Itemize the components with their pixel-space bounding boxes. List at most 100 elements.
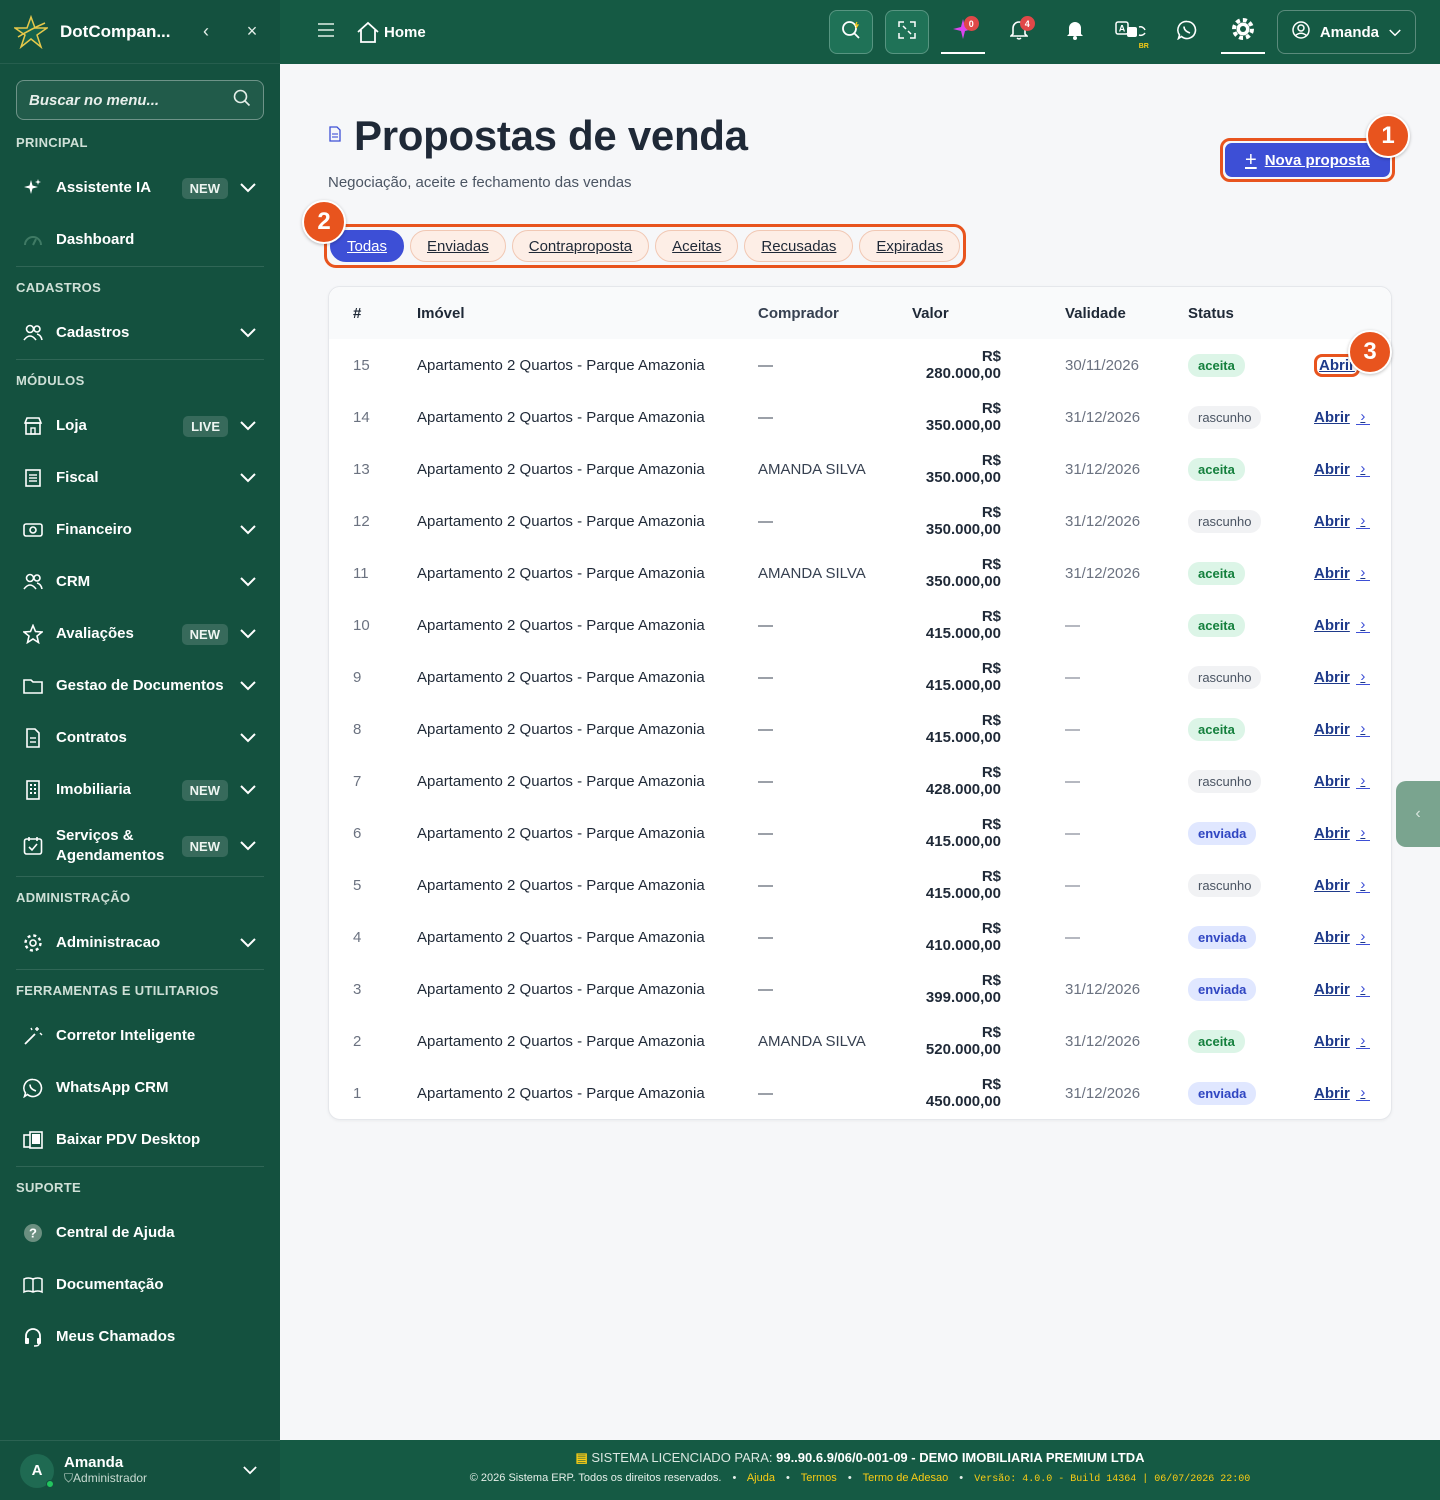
- cell-number: 11: [353, 564, 369, 582]
- menu-search-input[interactable]: [29, 91, 233, 109]
- open-link-label: Abrir: [1314, 1032, 1350, 1050]
- open-proposal-link[interactable]: Abrir ›: [1314, 877, 1370, 894]
- cell-validade: —: [1065, 928, 1080, 946]
- label-line-1: Serviços &: [56, 827, 134, 844]
- close-sidebar-icon[interactable]: ×: [238, 21, 266, 42]
- file-icon: [22, 727, 44, 749]
- sidebar-item-crm[interactable]: CRM: [0, 556, 280, 608]
- cell-imovel: Apartamento 2 Quartos - Parque Amazonia: [417, 408, 705, 426]
- open-proposal-link[interactable]: Abrir ›: [1314, 825, 1370, 842]
- status-badge: enviada: [1188, 925, 1257, 949]
- sidebar-item-corretor-inteligente[interactable]: Corretor Inteligente: [0, 1010, 280, 1062]
- chevron-right-icon: ›: [1355, 409, 1370, 425]
- document-icon: [328, 125, 342, 147]
- open-proposal-link[interactable]: Abrir ›: [1314, 409, 1370, 426]
- open-proposal-link[interactable]: Abrir ›: [1314, 617, 1370, 634]
- sidebar-item-dashboard[interactable]: Dashboard: [0, 214, 280, 266]
- magic-wand-icon: [22, 1025, 44, 1047]
- cell-comprador: —: [758, 408, 773, 426]
- settings-button[interactable]: [1220, 10, 1265, 54]
- cell-validade: —: [1065, 824, 1080, 842]
- status-filter-tabs: Todas Enviadas Contraproposta Aceitas Re…: [324, 224, 967, 268]
- sidebar-item-contratos[interactable]: Contratos: [0, 712, 280, 764]
- open-proposal-link[interactable]: Abrir ›: [1314, 1085, 1370, 1102]
- chevron-right-icon: ›: [1355, 1085, 1370, 1101]
- fullscreen-button[interactable]: [884, 10, 929, 54]
- open-proposal-link[interactable]: Abrir ›: [1314, 981, 1370, 998]
- new-badge: NEW: [181, 177, 228, 199]
- sidebar-item-whatsapp-crm[interactable]: WhatsApp CRM: [0, 1062, 280, 1114]
- page-title: Propostas de venda: [354, 112, 748, 159]
- open-proposal-link[interactable]: Abrir ›: [1314, 565, 1370, 582]
- open-proposal-link[interactable]: Abrir ›: [1314, 669, 1370, 686]
- table-row: 1 Apartamento 2 Quartos - Parque Amazonia…: [329, 1067, 1391, 1119]
- sidebar-item-loja[interactable]: Loja LIVE: [0, 400, 280, 452]
- sidebar-item-avaliacoes[interactable]: Avaliações NEW: [0, 608, 280, 660]
- chevron-down-icon: [238, 785, 258, 795]
- cell-comprador: —: [758, 980, 773, 998]
- ai-assistant-button[interactable]: 0: [940, 10, 985, 54]
- sidebar-item-servicos-agendamentos[interactable]: Serviços & Agendamentos NEW: [0, 816, 280, 876]
- notifications-button[interactable]: 4: [997, 10, 1041, 54]
- sidebar-item-meus-chamados[interactable]: Meus Chamados: [0, 1311, 280, 1363]
- star-icon: [22, 623, 44, 645]
- sidebar-item-imobiliaria[interactable]: Imobiliaria NEW: [0, 764, 280, 816]
- collapse-sidebar-icon[interactable]: ‹: [192, 21, 220, 42]
- whatsapp-button[interactable]: [1165, 10, 1209, 54]
- sidebar-item-assistente-ia[interactable]: Assistente IA NEW: [0, 162, 280, 214]
- footer-link-termos[interactable]: Termos: [801, 1472, 837, 1484]
- sidebar-item-central-ajuda[interactable]: ? Central de Ajuda: [0, 1207, 280, 1259]
- cell-validade: —: [1065, 772, 1080, 790]
- cell-imovel: Apartamento 2 Quartos - Parque Amazonia: [417, 980, 705, 998]
- open-proposal-link[interactable]: Abrir ›: [1314, 513, 1370, 530]
- hamburger-menu-icon[interactable]: [318, 22, 334, 42]
- language-button[interactable]: A BR: [1109, 10, 1153, 54]
- chevron-right-icon: ›: [1355, 773, 1370, 789]
- search-icon[interactable]: [233, 89, 251, 112]
- cell-number: 13: [353, 460, 370, 478]
- global-search-button[interactable]: [828, 10, 873, 54]
- live-badge: LIVE: [183, 415, 228, 437]
- sidebar-item-cadastros[interactable]: Cadastros: [0, 307, 280, 359]
- sidebar-item-documentacao[interactable]: Documentação: [0, 1259, 280, 1311]
- filter-tab-enviadas[interactable]: Enviadas: [410, 230, 506, 262]
- open-proposal-link[interactable]: Abrir ›: [1314, 773, 1370, 790]
- sidebar-item-label: Cadastros: [56, 324, 130, 341]
- filter-tab-recusadas[interactable]: Recusadas: [744, 230, 854, 262]
- filter-tab-aceitas[interactable]: Aceitas: [655, 230, 739, 262]
- step-marker-2: 2: [302, 200, 346, 244]
- footer-link-ajuda[interactable]: Ajuda: [747, 1472, 775, 1484]
- filter-tab-contraproposta[interactable]: Contraproposta: [511, 230, 650, 262]
- open-proposal-link[interactable]: Abrir ›: [1314, 1033, 1370, 1050]
- sidebar-item-fiscal[interactable]: Fiscal: [0, 452, 280, 504]
- sidebar-item-administracao[interactable]: Administracao: [0, 917, 280, 969]
- open-proposal-link[interactable]: Abrir ›: [1314, 461, 1370, 478]
- gear-icon: [1230, 16, 1256, 47]
- filter-tab-expiradas[interactable]: Expiradas: [859, 230, 961, 262]
- chevron-right-icon: ›: [1355, 877, 1370, 893]
- footer-link-termo-adesao[interactable]: Termo de Adesao: [863, 1472, 949, 1484]
- side-panel-toggle[interactable]: ‹: [1396, 781, 1440, 847]
- new-proposal-button[interactable]: + Nova proposta: [1225, 143, 1390, 177]
- sidebar-item-financeiro[interactable]: Financeiro: [0, 504, 280, 556]
- cell-comprador: —: [758, 876, 773, 894]
- sidebar-item-gestao-documentos[interactable]: Gestao de Documentos: [0, 660, 280, 712]
- alerts-button[interactable]: [1053, 10, 1097, 54]
- cell-comprador: —: [758, 824, 773, 842]
- breadcrumb-home[interactable]: Home: [356, 21, 426, 43]
- sidebar-item-baixar-pdv[interactable]: Baixar PDV Desktop: [0, 1114, 280, 1166]
- sidebar-user-menu[interactable]: A Amanda ⛉Administrador: [0, 1440, 280, 1500]
- open-proposal-link[interactable]: Abrir ›: [1314, 929, 1370, 946]
- open-link-label: Abrir: [1314, 512, 1350, 530]
- footer: ▤ SISTEMA LICENCIADO PARA: 99..90.6.9/06…: [280, 1440, 1440, 1500]
- cell-valor: R$ 450.000,00: [925, 1076, 1001, 1110]
- building-icon: [22, 779, 44, 801]
- chevron-right-icon: ›: [1355, 721, 1370, 737]
- sidebar-item-label: Gestao de Documentos: [56, 677, 224, 694]
- table-row: 2 Apartamento 2 Quartos - Parque Amazonia…: [329, 1015, 1391, 1067]
- cell-validade: —: [1065, 668, 1080, 686]
- open-proposal-link[interactable]: Abrir ›: [1314, 721, 1370, 738]
- user-circle-icon: [1292, 21, 1310, 43]
- user-menu-button[interactable]: Amanda: [1276, 10, 1416, 54]
- cell-imovel: Apartamento 2 Quartos - Parque Amazonia: [417, 824, 705, 842]
